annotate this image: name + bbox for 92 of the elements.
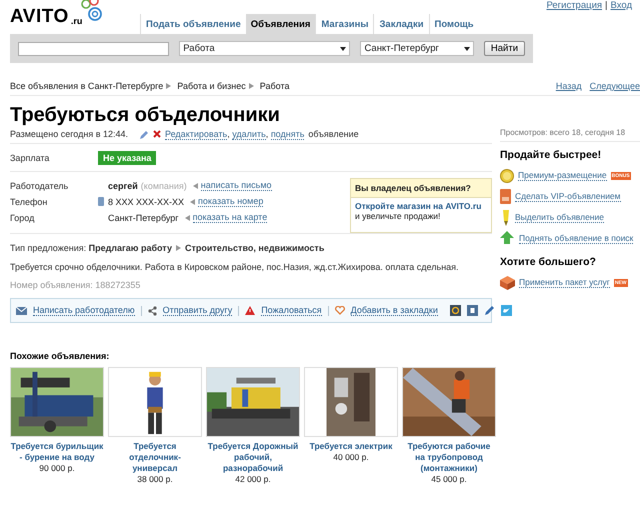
arrow-icon [192,182,198,188]
heart-icon [334,306,345,315]
contact-action-link[interactable]: показать номер [198,196,264,207]
at-sign-icon[interactable] [450,305,461,316]
logo[interactable]: AVITO [10,6,69,28]
pencil-icon [140,130,150,138]
dropdown-arrow-icon [340,46,346,52]
service-link[interactable]: Сделать VIP-объявлением [515,191,621,202]
search-button[interactable]: Найти [484,41,526,56]
login-link[interactable]: Вход [610,0,632,11]
service-link[interactable]: Выделить объявление [515,212,604,223]
nav-tab[interactable]: Объявления [246,14,316,34]
action-link[interactable]: Пожаловаться [261,305,322,316]
arrow-icon [248,83,254,89]
phone-icon [98,197,104,206]
edit-suffix: объявление [308,129,359,139]
breadcrumb-link[interactable]: Все объявления в Санкт-Петербурге [10,81,164,91]
open-shop-link[interactable]: Откройте магазин на AVITO.ru [351,198,491,211]
similar-ad-price: 38 000 р. [137,474,173,484]
field-label: Телефон [10,196,48,206]
offer-type-label: Тип предложения: [10,243,88,253]
ad-number-label: Номер объявления: [10,280,93,290]
similar-ad-link[interactable]: Требуется Дорожный рабочий, разнорабочий [206,441,300,474]
edit-link[interactable]: удалить [232,129,266,140]
service-link[interactable]: Применить пакет услуг [519,277,610,288]
separator: | [605,0,608,11]
similar-ad-link[interactable]: Требуется бурильщик - бурение на воду [10,441,104,463]
cross-icon [153,130,162,138]
field-value: 8 XXX XXX-XX-XX [108,196,184,206]
warning-icon [245,306,256,315]
field-label: Зарплата [10,152,50,162]
dropdown-arrow-icon [464,46,470,52]
logo-swirl-icon [80,0,102,24]
category-select[interactable]: Работа [179,41,350,56]
arrow-icon [166,83,172,89]
similar-ad-price: 40 000 р. [333,452,369,462]
action-link[interactable]: Отправить другу [162,305,232,316]
contact-action-link[interactable]: показать на карте [192,212,268,223]
edit-link[interactable]: Редактировать [165,129,228,140]
contact-action-link[interactable]: написать письмо [200,180,272,191]
logo-suffix: .ru [70,16,82,28]
breadcrumb-link[interactable]: Работа и бизнес [177,81,246,91]
sidebar-heading: Продайте быстрее! [500,149,602,161]
marker-icon [500,210,511,226]
view-count: Просмотров: всего 18, сегодня 18 [500,128,640,142]
action-link[interactable]: Добавить в закладки [350,305,438,316]
pencil-icon[interactable] [484,305,495,316]
ad-number: 188272355 [95,280,140,290]
search-field[interactable] [18,42,170,56]
listing-title: Требуються объделочники [10,104,281,127]
similar-ad-price: 45 000 р. [431,474,467,484]
share-icon [148,306,157,316]
description: Требуется срочно обделочники. Работа в Кировском районе, пос.Назия, жд.ст.Жихирова. оплата сдельная. [10,261,460,274]
offer-type-value: Строительство, недвижимость [184,243,324,253]
field-value: Санкт-Петербург [108,212,179,222]
service-link[interactable]: Поднять объявление в поиск [519,233,634,244]
value-note: (компания) [140,180,187,190]
similar-ad-price: 42 000 р. [235,474,271,484]
breadcrumb-link[interactable]: Работа [260,81,290,91]
salary-value: Не указана [98,150,156,164]
similar-heading: Похожие объявления: [10,351,110,361]
field-label: Работодатель [10,180,70,190]
sidebar-heading: Хотите большего? [500,256,597,268]
coin-icon [500,168,514,182]
arrow-icon [190,198,196,204]
owner-card-text: и увеличьте продажи! [354,211,442,221]
edit-link[interactable]: поднять [270,129,304,140]
register-link[interactable]: Регистрация [546,0,602,11]
bird-icon[interactable] [500,305,512,316]
up-arrow-icon [500,230,515,246]
pager-link[interactable]: Следующее [590,81,640,91]
box-icon [500,276,515,290]
offer-type-value: Предлагаю работу [88,243,172,253]
action-link[interactable]: Написать работодателю [33,305,135,316]
city-select[interactable]: Санкт-Петербург [360,41,474,56]
envelope-icon [16,306,27,314]
posted-date: Размещено сегодня в 12:44. [10,129,128,139]
arrow-icon [184,214,190,220]
similar-ad-link[interactable]: Требуется электрик [310,441,392,452]
comma: , [266,129,268,139]
service-link[interactable]: Премиум-размещение [518,170,607,181]
comma: , [227,129,230,139]
similar-ad-price: 90 000 р. [39,463,75,473]
social-icon[interactable] [466,305,478,316]
field-value: сергей [108,180,138,190]
field-label: Город [10,212,36,222]
arrow-icon [176,245,181,251]
pager-link[interactable]: Назад [556,81,582,91]
owner-card-title: Вы владелец объявления? [351,179,491,198]
similar-ad-link[interactable]: Требуется отделочник-универсал [108,441,202,474]
similar-ad-link[interactable]: Требуются рабочие на трубопровод (монтажники) [402,441,496,474]
tag-icon [500,189,511,204]
